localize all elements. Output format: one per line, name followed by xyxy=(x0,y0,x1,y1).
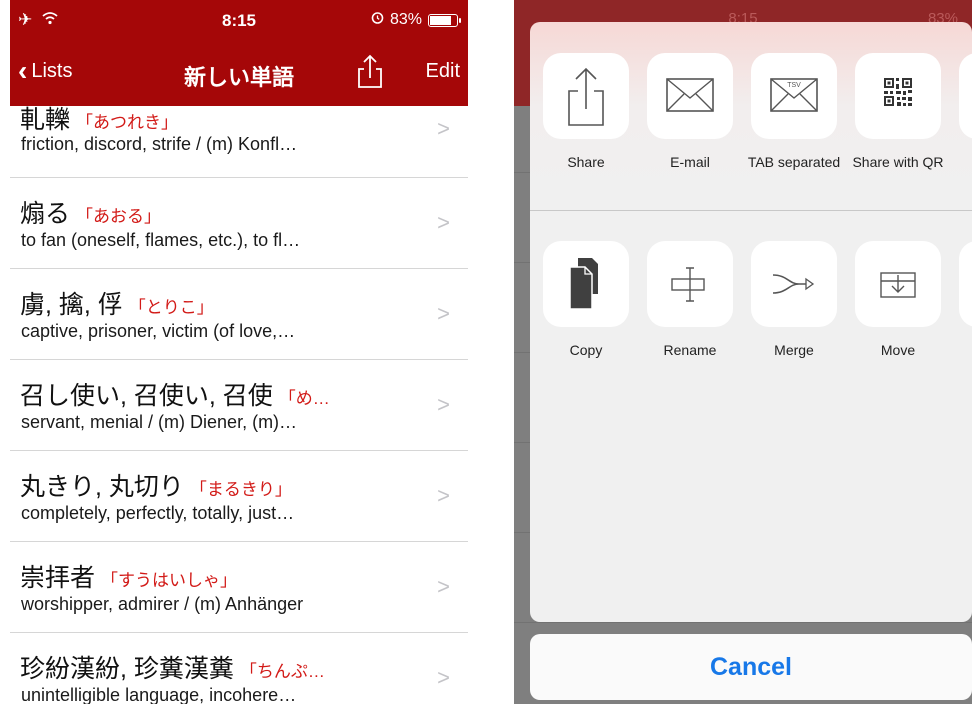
rename-label: Rename xyxy=(663,342,717,358)
entry-kanji: 崇拝者 xyxy=(20,564,96,592)
email-icon xyxy=(666,78,714,112)
entry-reading: 「とりこ」 xyxy=(128,298,214,317)
word-list: 軋轢 「あつれき」 friction, discord, strife / (m)… xyxy=(10,106,468,704)
entry-kanji: 召し使い, 召使い, 召使 xyxy=(20,382,273,410)
qr-code-icon xyxy=(884,78,912,106)
cancel-button[interactable]: Cancel xyxy=(530,634,972,700)
alarm-icon xyxy=(371,11,384,29)
tsv-envelope-icon: TSV xyxy=(770,78,818,112)
entry-meaning: servant, menial / (m) Diener, (m)… xyxy=(21,412,298,432)
chevron-right-icon: > xyxy=(437,665,450,690)
chevron-right-icon: > xyxy=(437,116,450,141)
chevron-right-icon: > xyxy=(437,301,450,326)
edit-button[interactable]: Edit xyxy=(426,60,460,83)
entry-kanji: 煽る xyxy=(20,200,71,228)
entry-meaning: to fan (oneself, flames, etc.), to fl… xyxy=(21,230,301,250)
divider xyxy=(514,622,972,623)
list-item[interactable]: 丸きり, 丸切り 「まるきり」 completely, perfectly, to… xyxy=(10,451,468,542)
email-action-button[interactable] xyxy=(647,53,733,139)
copy-action-button[interactable] xyxy=(543,241,629,327)
partial-action-button-2[interactable] xyxy=(959,241,972,327)
chevron-right-icon: > xyxy=(437,574,450,599)
tab-separated-action-button[interactable]: TSV xyxy=(751,53,837,139)
share-icon xyxy=(568,67,604,126)
entry-kanji: 珍紛漢紛, 珍糞漢糞 xyxy=(20,655,234,683)
list-item[interactable]: 軋轢 「あつれき」 friction, discord, strife / (m)… xyxy=(10,106,468,178)
tsv-badge: TSV xyxy=(787,82,801,89)
copy-icon xyxy=(569,258,598,310)
entry-reading: 「まるきり」 xyxy=(189,480,292,499)
partial-action-label: C xyxy=(952,342,972,359)
share-sheet-screen: 8:15 83% Share E-mail TSV TAB separated … xyxy=(514,0,972,704)
entry-kanji: 軋轢 xyxy=(20,106,71,134)
entry-reading: 「あつれき」 xyxy=(76,113,179,132)
entry-reading: 「ちんぷ… xyxy=(239,662,325,681)
chevron-right-icon: > xyxy=(437,210,450,235)
navigation-bar: ‹ Lists 新しい単語 Edit xyxy=(10,40,468,106)
battery-percentage: 83% xyxy=(389,11,422,28)
move-label: Move xyxy=(880,342,916,358)
rename-icon xyxy=(671,267,705,302)
move-action-button[interactable] xyxy=(855,241,941,327)
copy-label: Copy xyxy=(569,342,603,358)
merge-icon xyxy=(772,274,815,294)
list-item[interactable]: 珍紛漢紛, 珍糞漢糞 「ちんぷ… unintelligible language,… xyxy=(10,633,468,704)
merge-action-button[interactable] xyxy=(751,241,837,327)
entry-meaning: completely, perfectly, totally, just… xyxy=(21,503,295,523)
entry-reading: 「すうはいしゃ」 xyxy=(101,571,238,590)
entry-meaning: worshipper, admirer / (m) Anhänger xyxy=(21,594,304,614)
share-action-button[interactable] xyxy=(543,53,629,139)
merge-label: Merge xyxy=(774,342,814,358)
chevron-right-icon: > xyxy=(437,483,450,508)
list-item[interactable]: 崇拝者 「すうはいしゃ」 worshipper, admirer / (m) An… xyxy=(10,542,468,633)
move-icon xyxy=(880,272,916,298)
page-title: 新しい単語 xyxy=(183,65,294,90)
share-with-qr-action-button[interactable] xyxy=(855,53,941,139)
list-item[interactable]: 煽る 「あおる」 to fan (oneself, flames, etc.), … xyxy=(10,178,468,269)
share-label: Share xyxy=(567,154,605,170)
sheet-divider xyxy=(530,210,972,211)
entry-reading: 「め… xyxy=(278,389,330,408)
share-icon[interactable] xyxy=(356,54,384,90)
entry-kanji: 虜, 擒, 俘 xyxy=(20,291,123,319)
entry-meaning: friction, discord, strife / (m) Konfl… xyxy=(21,134,298,154)
entry-meaning: unintelligible language, incohere… xyxy=(21,685,297,704)
list-item[interactable]: 召し使い, 召使い, 召使 「め… servant, menial / (m) D… xyxy=(10,360,468,451)
battery-icon xyxy=(428,13,461,27)
word-list-screen: ✈ 8:15 83% ‹ Lists 新しい単語 Edit 軋轢「あつれき」 xyxy=(10,0,468,704)
email-label: E-mail xyxy=(670,154,710,170)
action-sheet: Share E-mail TSV TAB separated Share wit… xyxy=(530,22,972,622)
entry-reading: 「あおる」 xyxy=(76,207,162,226)
tab-separated-label: TAB separated xyxy=(747,154,841,170)
list-item[interactable]: 虜, 擒, 俘「とりこ」 captive, prisoner, victim (… xyxy=(10,269,468,360)
entry-kanji: 丸きり, 丸切り xyxy=(20,473,184,501)
rename-action-button[interactable] xyxy=(647,241,733,327)
chevron-right-icon: > xyxy=(437,392,450,417)
entry-meaning: captive, prisoner, victim (of love,… xyxy=(21,321,296,341)
share-with-qr-label: Share with QR xyxy=(852,154,944,170)
partial-action-button[interactable] xyxy=(959,53,972,139)
status-bar: ✈ 8:15 83% xyxy=(10,0,468,40)
